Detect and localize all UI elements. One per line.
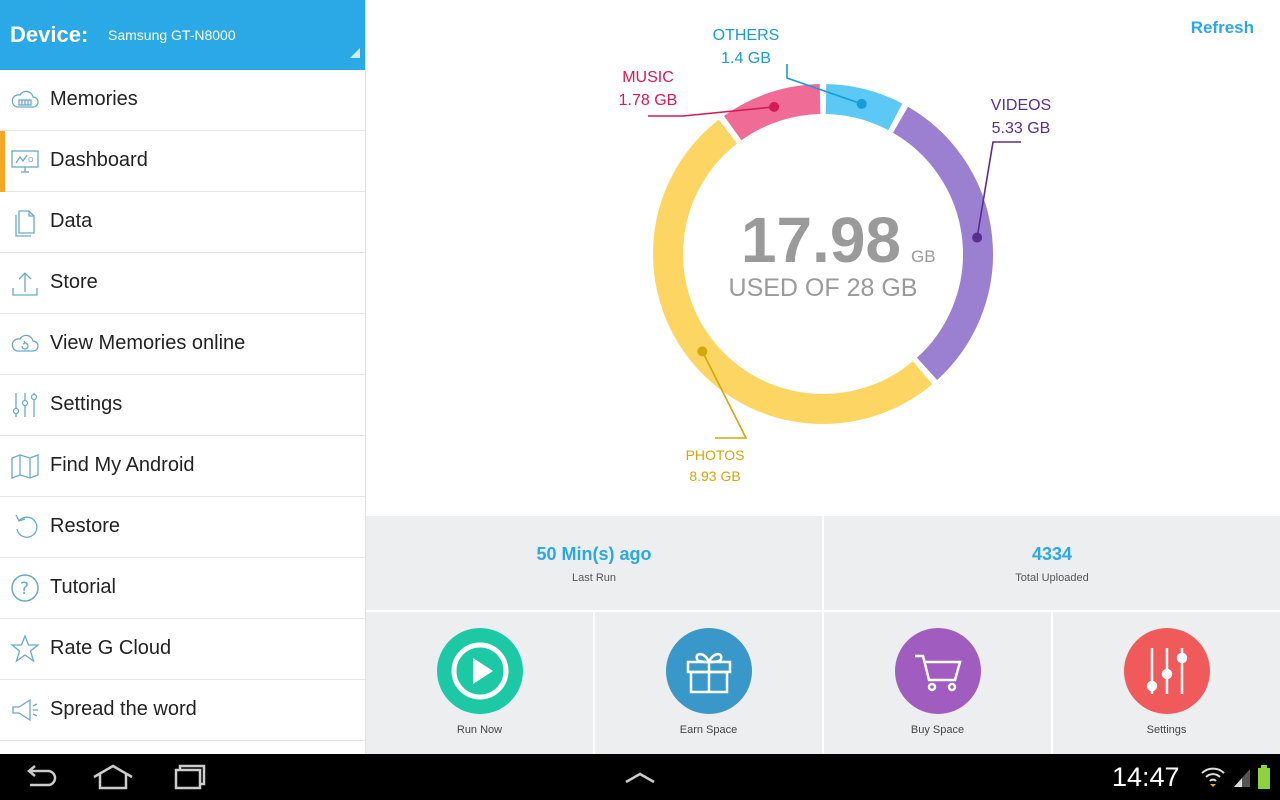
total-uploaded-caption: Total Uploaded [1015,572,1089,584]
megaphone-icon [10,695,40,725]
buy-space-button[interactable]: Buy Space [824,612,1051,754]
sidebar-item-label: Spread the word [50,698,197,720]
home-icon[interactable] [88,762,138,792]
segment-value-photos: 8.93 GB [689,468,740,484]
segment-name-music: MUSIC [622,69,674,86]
svg-text:O: O [28,156,34,164]
buy-space-label: Buy Space [910,724,965,736]
total-uploaded-value: 4334 [1031,544,1073,564]
segment-value-videos: 5.33 GB [992,120,1051,137]
segment-value-music: 1.78 GB [619,92,678,109]
run-now-label: Run Now [456,724,503,736]
storage-donut-chart: OTHERS 1.4 GB VIDEOS 5.33 GB PHOTOS 8.93 GB MU… [619,27,1052,484]
last-run-caption: Last Run [571,572,617,584]
documents-icon [10,207,40,237]
nav-list: Memories O Dashboard Data Store View Mem… [0,70,365,741]
sliders-icon [10,390,40,420]
cloud-film-icon [10,85,40,115]
sidebar-item-label: View Memories online [50,332,246,354]
wifi-icon [1200,765,1226,789]
run-now-button[interactable]: Run Now [366,612,593,754]
sidebar-item-label: Restore [50,515,121,537]
battery-icon [1256,764,1272,790]
sidebar-item-label: Find My Android [50,454,195,476]
device-selector[interactable]: Device: Samsung GT-N8000 [0,0,365,70]
used-unit: GB [911,247,936,266]
upload-arrow-icon [10,268,40,298]
callout-dot-videos [972,232,983,243]
star-icon [10,634,40,664]
back-icon[interactable] [16,762,66,792]
callout-dot-others [856,98,867,109]
svg-text:?: ? [20,579,29,599]
restore-arrow-icon [10,512,40,542]
android-system-bar: 14:47 [0,754,1280,800]
segment-name-others: OTHERS [713,27,780,44]
total-uploaded-stat: 4334 Total Uploaded [824,516,1280,610]
sidebar-item-dashboard[interactable]: O Dashboard [0,131,365,192]
signal-icon [1232,765,1252,789]
sidebar-item-view-memories-online[interactable]: View Memories online [0,314,365,375]
presentation-board-icon: O [10,146,40,176]
device-name: Samsung GT-N8000 [108,27,236,43]
earn-space-button[interactable]: Earn Space [595,612,822,754]
last-run-value: 50 Min(s) ago [536,544,652,564]
sidebar-item-find-my-android[interactable]: Find My Android [0,436,365,497]
navigation-drawer: Device: Samsung GT-N8000 Memories O Dash… [0,0,366,754]
sidebar-item-tutorial[interactable]: ? Tutorial [0,558,365,619]
used-value: 17.98 [741,204,901,276]
clock: 14:47 [1112,762,1180,792]
sidebar-item-rate-g-cloud[interactable]: Rate G Cloud [0,619,365,680]
sidebar-item-memories[interactable]: Memories [0,70,365,131]
callout-dot-music [769,101,780,112]
sidebar-item-label: Dashboard [50,149,148,171]
callout-dot-photos [697,346,708,357]
cart-icon [894,628,981,714]
sidebar-item-spread-the-word[interactable]: Spread the word [0,680,365,741]
sliders-icon [1123,628,1210,714]
dashboard-panel: Refresh OTHERS 1.4 GB VIDEOS 5.33 GB PHOTOS 8… [366,0,1280,754]
sidebar-item-label: Data [50,210,93,232]
segment-name-videos: VIDEOS [991,97,1051,114]
segment-value-others: 1.4 GB [721,50,771,67]
sidebar-item-settings[interactable]: Settings [0,375,365,436]
sidebar-item-label: Store [50,271,98,293]
play-icon [436,628,523,714]
last-run-stat: 50 Min(s) ago Last Run [366,516,822,610]
donut-segment-videos [892,106,993,380]
sidebar-item-restore[interactable]: Restore [0,497,365,558]
sidebar-item-label: Settings [50,393,123,415]
cloud-sync-icon [10,329,40,359]
sidebar-item-data[interactable]: Data [0,192,365,253]
dropdown-corner-icon [350,48,360,58]
settings-action-button[interactable]: Settings [1053,612,1280,754]
segment-name-photos: PHOTOS [686,447,745,463]
question-circle-icon: ? [10,573,40,603]
sidebar-item-store[interactable]: Store [0,253,365,314]
earn-space-label: Earn Space [679,724,738,736]
sidebar-item-label: Memories [50,88,138,110]
device-label: Device: [10,22,89,47]
recent-apps-icon[interactable] [162,762,212,792]
menu-up-icon[interactable] [615,762,665,792]
used-caption: USED OF 28 GB [729,274,918,302]
sidebar-item-label: Tutorial [50,576,116,598]
sidebar-item-label: Rate G Cloud [50,637,172,659]
settings-action-label: Settings [1146,724,1187,736]
gift-icon [665,628,752,714]
map-icon [10,451,40,481]
